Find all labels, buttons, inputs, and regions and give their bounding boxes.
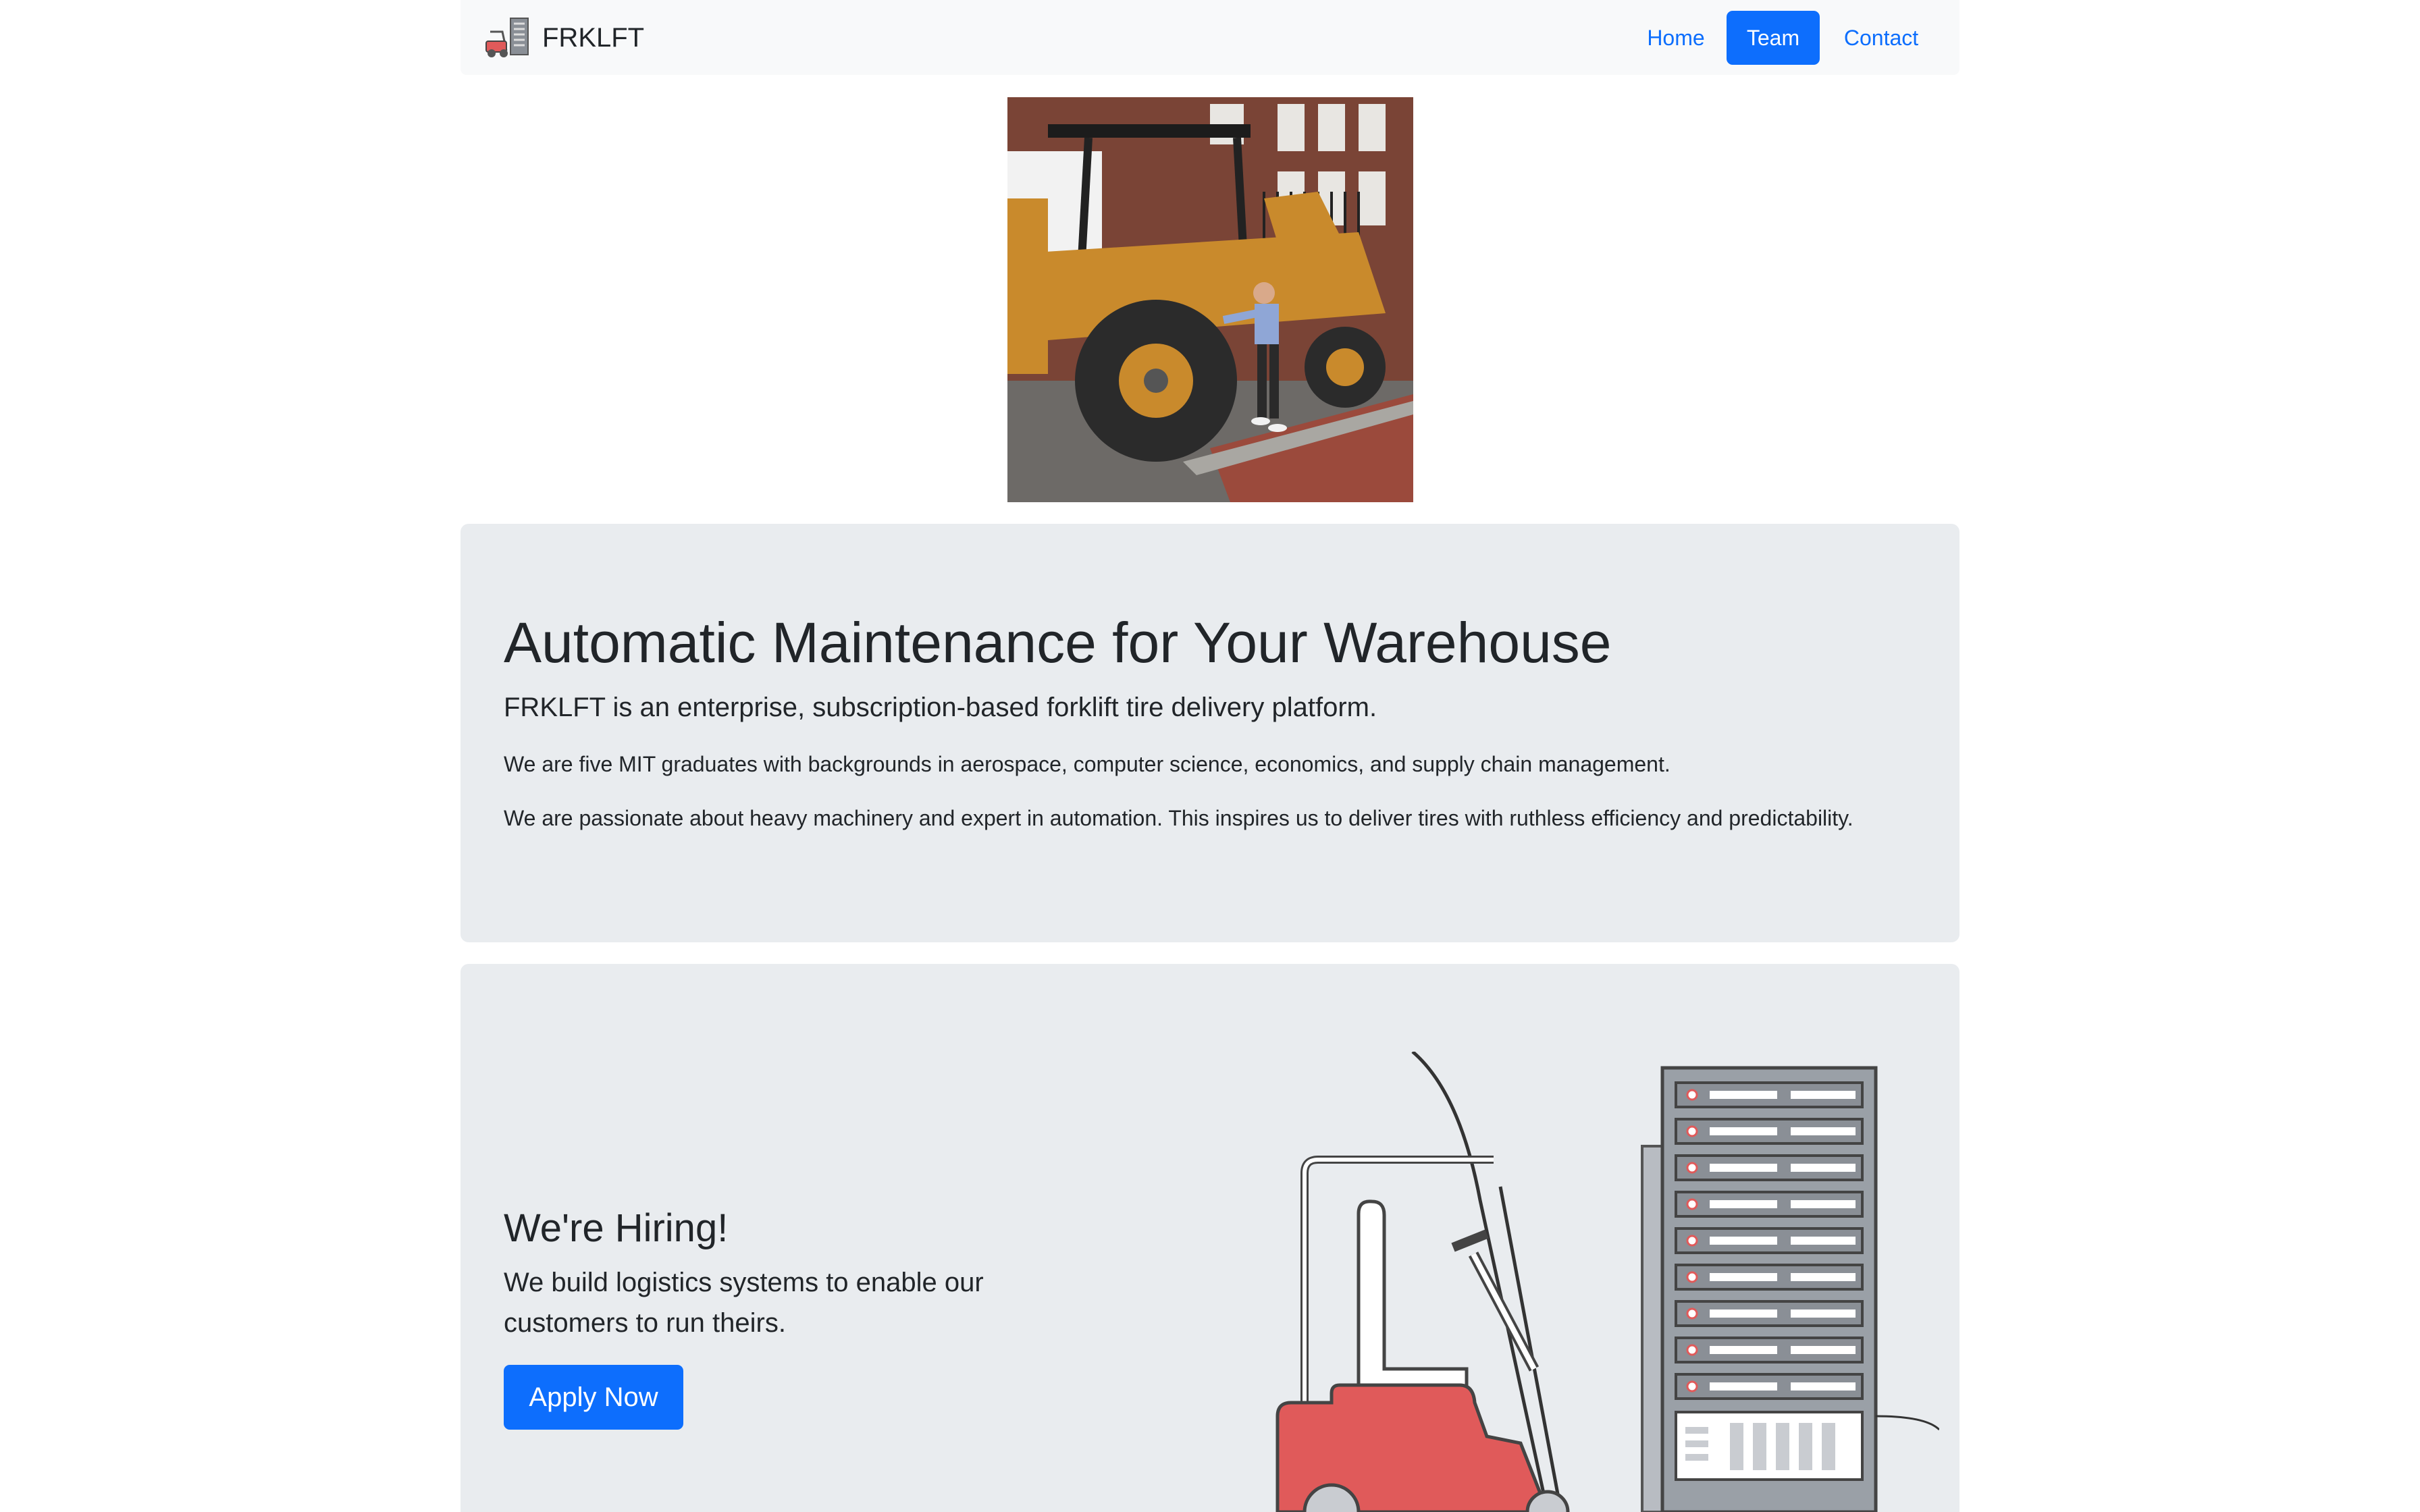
navbar: FRKLFT Home Team Contact — [461, 0, 1959, 75]
nav-home-link[interactable]: Home — [1638, 11, 1714, 65]
hiring-title: We're Hiring! — [504, 1206, 729, 1250]
forklift-server-illustration — [1275, 1052, 1939, 1512]
team-photo — [1007, 97, 1413, 502]
brand-name[interactable]: FRKLFT — [542, 20, 644, 55]
apply-now-button[interactable]: Apply Now — [504, 1365, 683, 1430]
nav-team-link[interactable]: Team — [1727, 11, 1820, 65]
about-paragraph: We are passionate about heavy machinery … — [504, 806, 1853, 830]
forklift-logo-icon[interactable] — [483, 17, 531, 59]
hiring-text: We build logistics systems to enable our… — [504, 1268, 984, 1338]
page-title: Automatic Maintenance for Your Warehouse — [504, 611, 1612, 674]
nav-contact-link[interactable]: Contact — [1827, 11, 1935, 65]
about-section: Automatic Maintenance for Your Warehouse… — [461, 524, 1959, 942]
hiring-section: We're Hiring! We build logistics systems… — [461, 964, 1959, 1512]
about-paragraph: We are five MIT graduates with backgroun… — [504, 752, 1671, 776]
about-lead: FRKLFT is an enterprise, subscription-ba… — [504, 693, 1377, 722]
